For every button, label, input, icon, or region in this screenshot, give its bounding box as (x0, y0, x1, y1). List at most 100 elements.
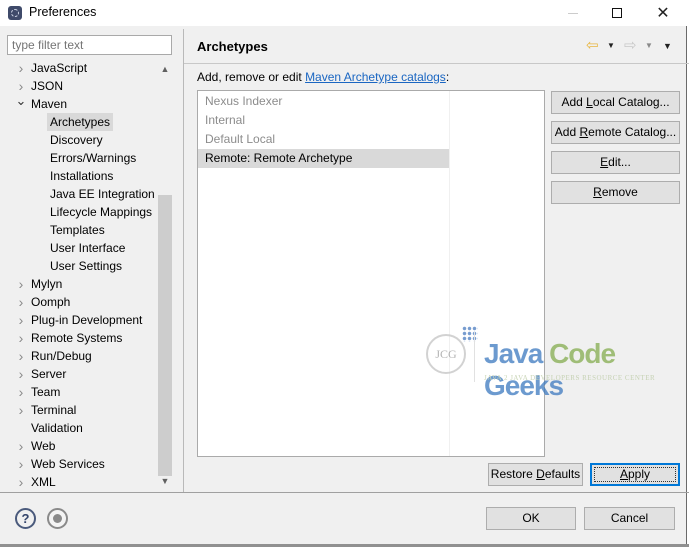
tree-item-label: Errors/Warnings (50, 151, 137, 165)
tree-item[interactable]: Archetypes (47, 113, 114, 131)
chevron-right-icon[interactable]: › (15, 455, 27, 473)
tree-item[interactable]: Installations (50, 167, 113, 185)
tree-item[interactable]: › Server (19, 365, 67, 383)
minimize-icon (568, 12, 578, 14)
tree-item-label: Discovery (50, 133, 103, 147)
chevron-right-icon[interactable]: › (15, 293, 27, 311)
button-label: Restore (490, 467, 537, 481)
catalog-list-item[interactable]: Internal (198, 111, 449, 130)
catalog-list[interactable]: Nexus Indexer Internal Default Local Remote… (197, 90, 545, 457)
tree-scrollbar[interactable]: ▲ ▼ (157, 59, 173, 491)
tree-item[interactable]: › Plug-in Development (19, 311, 143, 329)
tree-item[interactable]: Java EE Integration (50, 185, 155, 203)
mnemonic: E (600, 155, 609, 169)
tree-item[interactable]: › Team (19, 383, 61, 401)
chevron-right-icon[interactable]: › (15, 311, 27, 329)
mnemonic: D (536, 467, 545, 481)
help-icon[interactable]: ? (15, 508, 36, 529)
close-icon: ✕ (656, 5, 670, 22)
tree-item[interactable]: Discovery (50, 131, 103, 149)
chevron-right-icon[interactable]: › (15, 365, 27, 383)
cancel-button[interactable]: Cancel (584, 507, 675, 530)
tree-item-label: Web (31, 439, 56, 453)
tree-item[interactable]: › Web (19, 437, 56, 455)
tree-item[interactable]: User Interface (50, 239, 125, 257)
view-menu-icon[interactable]: ▼ (663, 38, 672, 54)
tree-item[interactable]: Lifecycle Mappings (50, 203, 152, 221)
preference-tree: › JavaScript › JSON ⌄ Maven Archetypes Discover… (0, 59, 157, 491)
tree-item[interactable]: Errors/Warnings (50, 149, 136, 167)
tree-item-label: Java EE Integration (50, 187, 155, 201)
back-history-dropdown-icon[interactable]: ▼ (607, 38, 615, 54)
tree-item-label: Server (31, 367, 67, 381)
pane-divider (183, 29, 184, 492)
chevron-right-icon[interactable]: › (15, 347, 27, 365)
chevron-right-icon[interactable]: › (15, 437, 27, 455)
tree-item[interactable]: › Remote Systems (19, 329, 123, 347)
tree-item-label: Oomph (31, 295, 71, 309)
catalog-list-item[interactable]: Nexus Indexer (198, 92, 449, 111)
chevron-right-icon[interactable]: › (15, 401, 27, 419)
catalog-list-item[interactable]: Default Local (198, 130, 449, 149)
apply-button[interactable]: Apply (590, 463, 680, 486)
catalog-list-item[interactable]: Remote: Remote Archetype (198, 149, 449, 168)
button-label: pply (628, 467, 651, 481)
restore-defaults-button[interactable]: Restore Defaults (488, 463, 583, 486)
tree-item[interactable]: Templates (50, 221, 105, 239)
tree-item[interactable]: › JavaScript (19, 59, 87, 77)
tree-item-label: Terminal (31, 403, 77, 417)
tree-item-label: Validation (31, 421, 83, 435)
chevron-right-icon[interactable]: › (15, 383, 27, 401)
ok-button[interactable]: OK (486, 507, 576, 530)
tree-item-label: Mylyn (31, 277, 63, 291)
tree-item-label: Templates (50, 223, 105, 237)
description-text: Add, remove or edit (197, 70, 306, 84)
maven-archetype-catalogs-link[interactable]: Maven Archetype catalogs (305, 70, 446, 84)
chevron-up-icon[interactable]: ▲ (157, 61, 173, 77)
chevron-right-icon[interactable]: › (15, 59, 27, 77)
chevron-down-icon[interactable]: ▼ (157, 473, 173, 489)
tree-item[interactable]: User Settings (50, 257, 122, 275)
filter-input[interactable] (7, 35, 172, 55)
tree-item[interactable]: › Terminal (19, 401, 77, 419)
chevron-down-icon[interactable]: ⌄ (15, 94, 27, 107)
forward-history-dropdown-icon[interactable]: ▼ (645, 38, 653, 54)
tree-item[interactable]: › Run/Debug (19, 347, 92, 365)
minimize-button[interactable] (550, 0, 596, 26)
chevron-right-icon[interactable]: › (15, 275, 27, 293)
page-description: Add, remove or edit Maven Archetype cata… (197, 70, 449, 84)
chevron-right-icon[interactable]: › (15, 329, 27, 347)
button-label: dit... (608, 155, 631, 169)
tree-item-label: User Settings (50, 259, 123, 273)
add-remote-catalog-button[interactable]: Add Remote Catalog... (551, 121, 680, 144)
add-local-catalog-button[interactable]: Add Local Catalog... (551, 91, 680, 114)
record-dot (53, 514, 62, 523)
tree-item-label: Lifecycle Mappings (50, 205, 153, 219)
mnemonic: A (619, 467, 628, 481)
mnemonic: L (586, 95, 593, 109)
page-title: Archetypes (197, 39, 268, 54)
tree-item[interactable]: Validation (31, 419, 83, 437)
tree-item[interactable]: › Oomph (19, 293, 71, 311)
button-label: Add (561, 95, 587, 109)
tree-item-label: User Interface (50, 241, 126, 255)
tree-item[interactable]: › JSON (19, 77, 63, 95)
title-bar: Preferences ✕ (0, 0, 689, 26)
tree-item[interactable]: › Mylyn (19, 275, 63, 293)
mnemonic: R (579, 125, 589, 139)
back-arrow-icon[interactable]: ⇦ (586, 38, 599, 54)
scrollbar-thumb[interactable] (158, 195, 172, 476)
forward-arrow-icon[interactable]: ⇨ (624, 38, 637, 54)
button-label: Add (554, 125, 580, 139)
mnemonic: R (593, 185, 602, 199)
edit-button[interactable]: Edit... (551, 151, 680, 174)
tree-item[interactable]: › XML (19, 473, 56, 491)
close-button[interactable]: ✕ (640, 0, 686, 26)
chevron-right-icon[interactable]: › (15, 473, 27, 491)
record-icon[interactable] (47, 508, 68, 529)
button-label: efaults (544, 467, 581, 481)
tree-item[interactable]: › Web Services (19, 455, 105, 473)
remove-button[interactable]: Remove (551, 181, 680, 204)
maximize-button[interactable] (594, 0, 640, 26)
tree-item[interactable]: ⌄ Maven (16, 94, 67, 113)
